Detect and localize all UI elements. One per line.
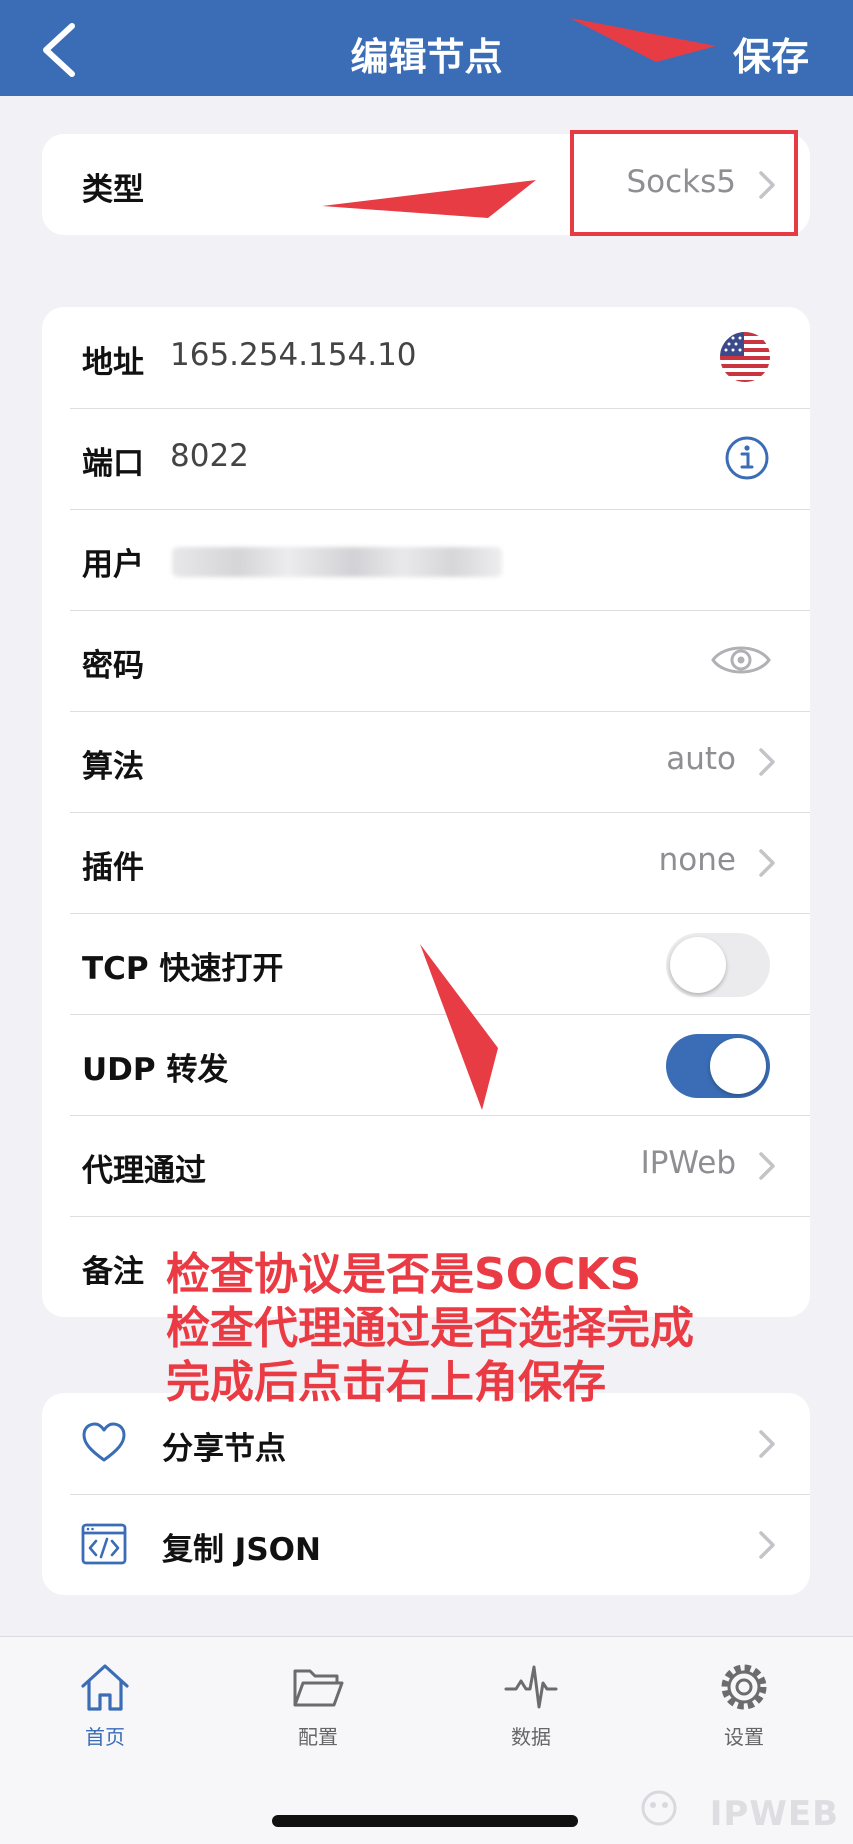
watermark-logo-icon [641,1790,677,1826]
save-button[interactable]: 保存 [733,26,809,81]
chevron-right-icon [759,849,775,877]
annotation-line-2: 检查代理通过是否选择完成 [166,1303,694,1354]
udp-relay-toggle[interactable] [666,1034,770,1098]
proxy-via-value: IPWeb [640,1145,736,1181]
tab-label: 设置 [724,1725,764,1749]
port-value[interactable]: 8022 [170,438,249,474]
home-icon [81,1664,129,1711]
chevron-right-icon [759,1430,775,1458]
cipher-label: 算法 [82,749,144,785]
annotation-line-3: 完成后点击右上角保存 [166,1357,606,1408]
port-label: 端口 [82,446,144,482]
tcp-fast-open-label: TCP 快速打开 [82,951,284,987]
chevron-right-icon [759,171,775,199]
code-icon [81,1523,127,1565]
tcp-fast-open-toggle[interactable] [666,933,770,997]
tcp-fast-open-row: TCP 快速打开 [42,913,810,1014]
annotation-line-1: 检查协议是否是SOCKS [166,1249,642,1300]
tab-data[interactable]: 数据 [476,1649,586,1759]
gear-icon [721,1664,767,1710]
home-indicator [272,1815,578,1827]
address-value[interactable]: 165.254.154.10 [170,337,417,373]
type-label: 类型 [82,172,144,208]
pulse-icon [504,1665,558,1709]
proxy-via-row[interactable]: 代理通过 IPWeb [42,1115,810,1216]
address-row[interactable]: 地址 165.254.154.10 [42,307,810,408]
folder-icon [293,1669,344,1707]
cipher-value: auto [666,741,736,777]
tab-config[interactable]: 配置 [263,1649,373,1759]
nav-bar: 编辑节点 保存 [0,0,853,96]
type-row[interactable]: 类型 Socks5 [42,134,810,235]
tab-home[interactable]: 首页 [50,1649,160,1759]
tab-settings[interactable]: 设置 [689,1649,799,1759]
heart-icon [82,1422,126,1462]
chevron-right-icon [759,748,775,776]
info-icon[interactable] [724,435,770,481]
instruction-annotation: 检查协议是否是SOCKS 检查代理通过是否选择完成 完成后点击右上角保存 [166,1248,694,1410]
user-row[interactable]: 用户 [42,509,810,610]
remark-label: 备注 [82,1254,144,1290]
type-value: Socks5 [626,164,736,200]
actions-card: 分享节点 复制 JSON [42,1393,810,1595]
user-value-redacted[interactable] [172,547,502,577]
chevron-right-icon [759,1152,775,1180]
watermark: IPWEB [709,1794,839,1834]
chevron-left-icon[interactable] [36,22,86,78]
us-flag-icon [720,332,770,382]
plugin-value: none [658,842,736,878]
tab-label: 首页 [85,1725,125,1749]
toggle-knob [670,937,726,993]
port-row[interactable]: 端口 8022 [42,408,810,509]
cipher-row[interactable]: 算法 auto [42,711,810,812]
proxy-via-label: 代理通过 [82,1153,206,1189]
copy-json-label: 复制 JSON [162,1532,321,1568]
password-row[interactable]: 密码 [42,610,810,711]
page-title: 编辑节点 [350,35,503,79]
toggle-knob [710,1038,766,1094]
share-node-label: 分享节点 [162,1431,286,1467]
user-label: 用户 [82,547,144,583]
udp-relay-label: UDP 转发 [82,1052,229,1088]
type-card: 类型 Socks5 [42,134,810,235]
address-label: 地址 [82,345,144,381]
plugin-row[interactable]: 插件 none [42,812,810,913]
chevron-right-icon [759,1531,775,1559]
copy-json-row[interactable]: 复制 JSON [42,1494,810,1595]
password-label: 密码 [82,648,144,684]
eye-icon[interactable] [710,640,772,680]
tab-label: 数据 [511,1725,551,1749]
node-settings-card: 地址 165.254.154.10 端口 8022 用户 密码 算法 auto … [42,307,810,1317]
tab-label: 配置 [298,1725,338,1749]
udp-relay-row: UDP 转发 [42,1014,810,1115]
plugin-label: 插件 [82,850,144,886]
